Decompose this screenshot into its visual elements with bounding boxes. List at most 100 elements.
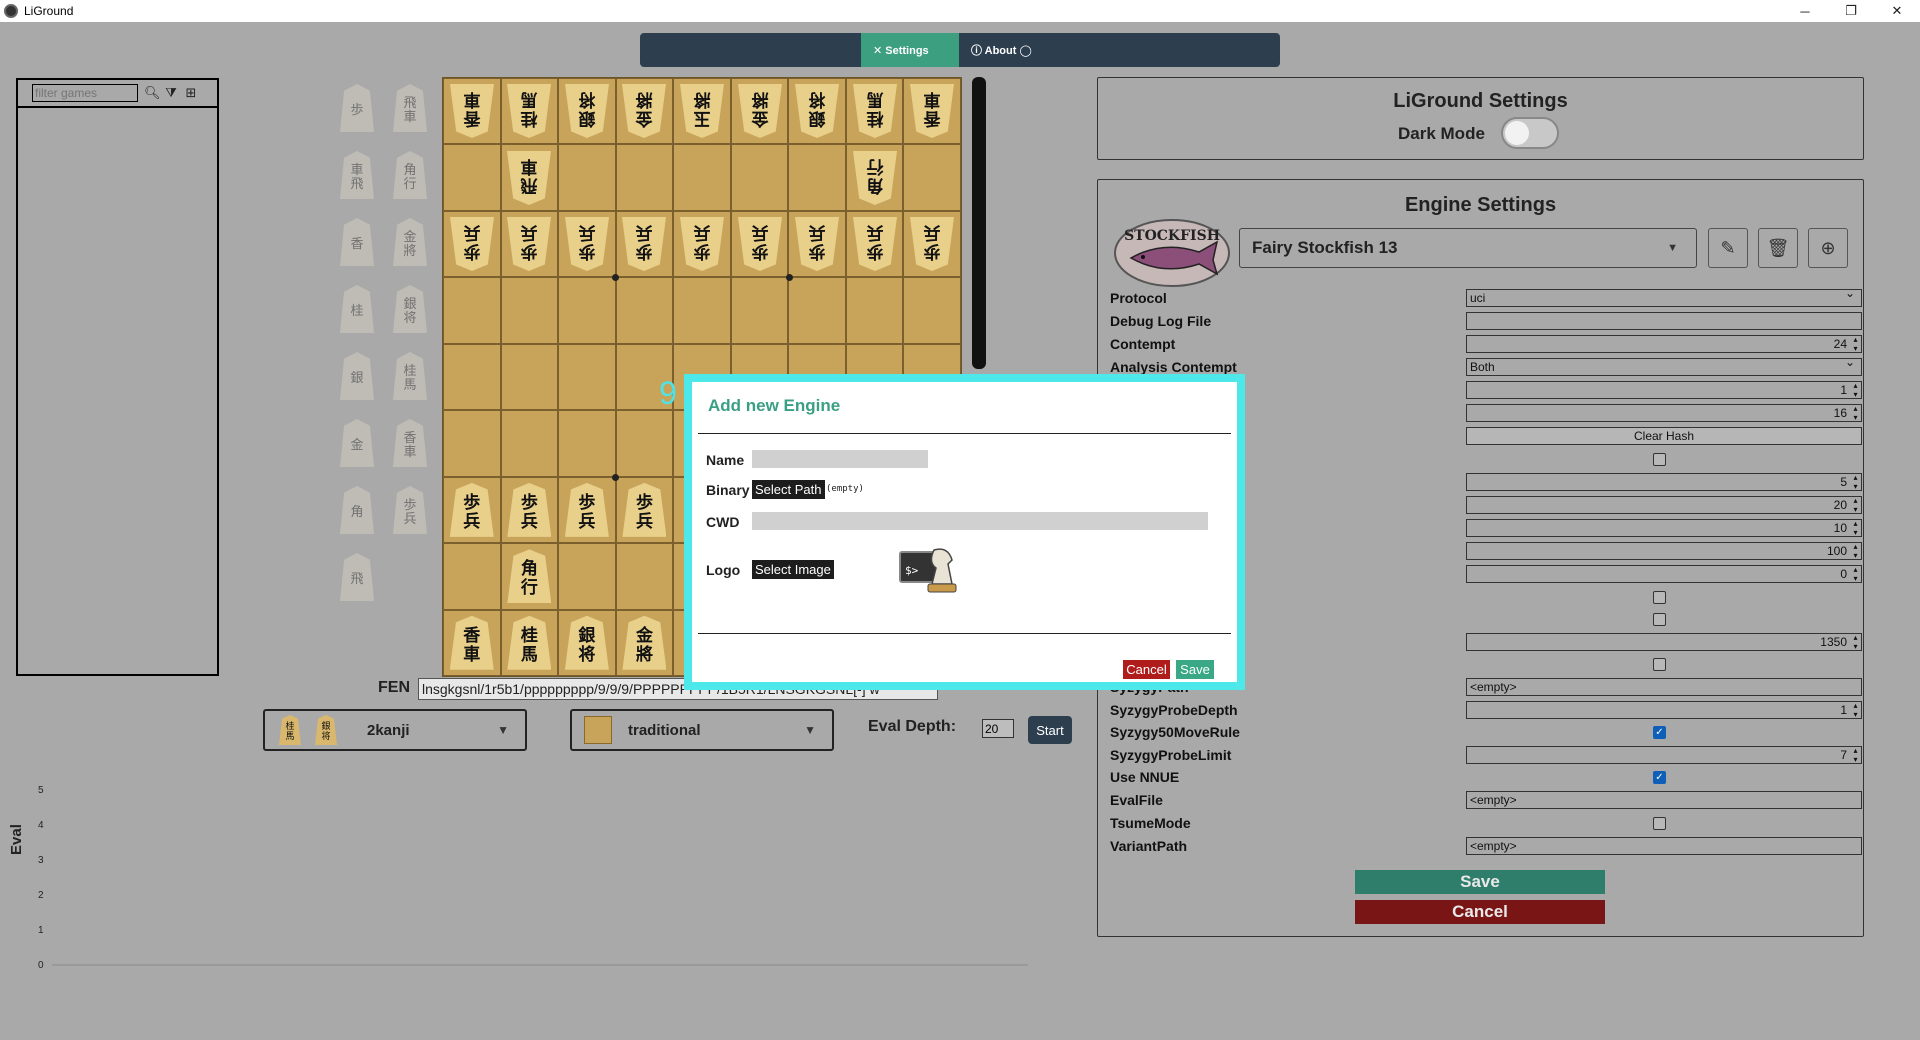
gote-piece[interactable]: 銀将 [565,84,609,138]
board-square[interactable] [615,543,674,610]
modal-cancel-button[interactable]: Cancel [1123,660,1170,679]
gote-piece[interactable]: 歩兵 [910,217,954,271]
sente-piece[interactable]: 桂馬 [507,615,552,670]
eval-depth-input[interactable] [982,719,1014,738]
board-square[interactable]: 金將 [615,78,674,145]
gote-piece[interactable]: 香車 [450,84,494,138]
engine-option-checkbox[interactable]: ✓ [1653,726,1666,739]
board-square[interactable]: 香車 [903,78,961,145]
engine-option-input[interactable]: 1 [1466,701,1862,719]
board-square[interactable] [788,277,846,344]
engine-option-input[interactable]: 0 [1466,565,1862,583]
filter-games-input[interactable] [32,84,138,102]
board-square[interactable]: 歩兵 [730,210,789,278]
board-square[interactable]: 歩兵 [500,210,559,278]
board-square[interactable] [903,144,961,211]
board-square[interactable]: 歩兵 [788,210,846,278]
engine-option-input[interactable]: 100 [1466,542,1862,560]
engine-cancel-button[interactable]: Cancel [1355,900,1605,924]
filter-icon[interactable]: ⧩ [164,85,178,101]
gote-piece[interactable]: 歩兵 [565,217,609,271]
engine-option-checkbox[interactable] [1653,453,1666,466]
engine-option-input[interactable]: 24 [1466,335,1862,353]
delete-engine-button[interactable]: 🗑︎ [1758,228,1798,268]
board-square[interactable]: 桂馬 [500,609,559,676]
gote-piece[interactable]: 桂馬 [853,84,897,138]
board-square[interactable] [615,410,674,477]
engine-option-input[interactable]: 10 [1466,519,1862,537]
restore-button[interactable]: ❐ [1828,0,1874,22]
board-square[interactable] [845,277,904,344]
modal-save-button[interactable]: Save [1176,660,1214,679]
clear-hash-button[interactable]: Clear Hash [1466,427,1862,445]
engine-option-checkbox[interactable] [1653,613,1666,626]
board-square[interactable] [558,144,616,211]
board-square[interactable]: 玉將 [673,78,731,145]
board-square[interactable]: 飛車 [500,144,559,211]
gote-piece[interactable]: 角行 [853,151,897,205]
engine-option-input[interactable]: 20 [1466,496,1862,514]
engine-option-checkbox[interactable]: ✓ [1653,771,1666,784]
board-square[interactable]: 金將 [730,78,789,145]
engine-name-input[interactable] [752,450,928,468]
engine-save-button[interactable]: Save [1355,870,1605,894]
pocket-piece[interactable]: 桂 [338,279,376,339]
board-square[interactable] [443,410,501,477]
tab-settings[interactable]: ✕ Settings [861,33,959,67]
pocket-piece[interactable]: 飛車 [391,78,429,138]
board-square[interactable]: 香車 [443,78,501,145]
board-square[interactable] [558,410,616,477]
sente-piece[interactable]: 角行 [507,549,552,604]
board-square[interactable]: 桂馬 [845,78,904,145]
sente-piece[interactable]: 香車 [449,615,494,670]
sente-piece[interactable]: 歩兵 [507,482,552,537]
board-square[interactable]: 角行 [500,543,559,610]
engine-option-checkbox[interactable] [1653,591,1666,604]
pocket-piece[interactable]: 桂馬 [391,346,429,406]
gote-piece[interactable]: 香車 [910,84,954,138]
board-square[interactable]: 歩兵 [615,210,674,278]
sente-piece[interactable]: 歩兵 [564,482,609,537]
board-square[interactable] [673,277,731,344]
engine-option-select[interactable]: Both [1466,355,1862,376]
board-square[interactable]: 歩兵 [443,210,501,278]
board-square[interactable]: 歩兵 [558,476,616,544]
engine-option-input[interactable]: <empty> [1466,791,1862,809]
board-square[interactable]: 桂馬 [500,78,559,145]
cwd-input[interactable] [752,512,1208,530]
engine-option-input[interactable]: 1350 [1466,633,1862,651]
pocket-piece[interactable]: 飛 [338,547,376,607]
board-square[interactable] [500,343,559,411]
tab-about[interactable]: ⓘ About ◯ [959,33,1049,67]
board-square[interactable]: 歩兵 [558,210,616,278]
sente-piece[interactable]: 歩兵 [449,482,494,537]
engine-option-input[interactable]: <empty> [1466,678,1862,696]
start-button[interactable]: Start [1028,716,1072,744]
board-square[interactable]: 香車 [443,609,501,676]
board-square[interactable] [730,277,789,344]
board-square[interactable]: 銀将 [788,78,846,145]
board-square[interactable] [443,277,501,344]
pocket-piece[interactable]: 金 [338,413,376,473]
engine-option-input[interactable]: 7 [1466,746,1862,764]
gote-piece[interactable]: 歩兵 [853,217,897,271]
add-game-icon[interactable]: ⊞ [184,85,198,101]
edit-engine-button[interactable]: ✎ [1708,228,1748,268]
pocket-piece[interactable]: 歩兵 [391,480,429,540]
board-square[interactable] [558,543,616,610]
sente-piece[interactable]: 金將 [622,615,667,670]
select-path-button[interactable]: Select Path [752,480,825,499]
sente-piece[interactable]: 銀将 [564,615,609,670]
engine-option-input[interactable]: 5 [1466,473,1862,491]
gote-piece[interactable]: 飛車 [507,151,551,205]
gote-piece[interactable]: 銀将 [795,84,839,138]
board-square[interactable] [443,144,501,211]
board-square[interactable]: 角行 [845,144,904,211]
board-square[interactable]: 歩兵 [443,476,501,544]
board-square[interactable] [443,543,501,610]
sente-piece[interactable]: 歩兵 [622,482,667,537]
engine-option-checkbox[interactable] [1653,658,1666,671]
pocket-piece[interactable]: 角 [338,480,376,540]
engine-select[interactable]: Fairy Stockfish 13 ▼ [1239,228,1697,268]
gote-piece[interactable]: 金將 [622,84,666,138]
